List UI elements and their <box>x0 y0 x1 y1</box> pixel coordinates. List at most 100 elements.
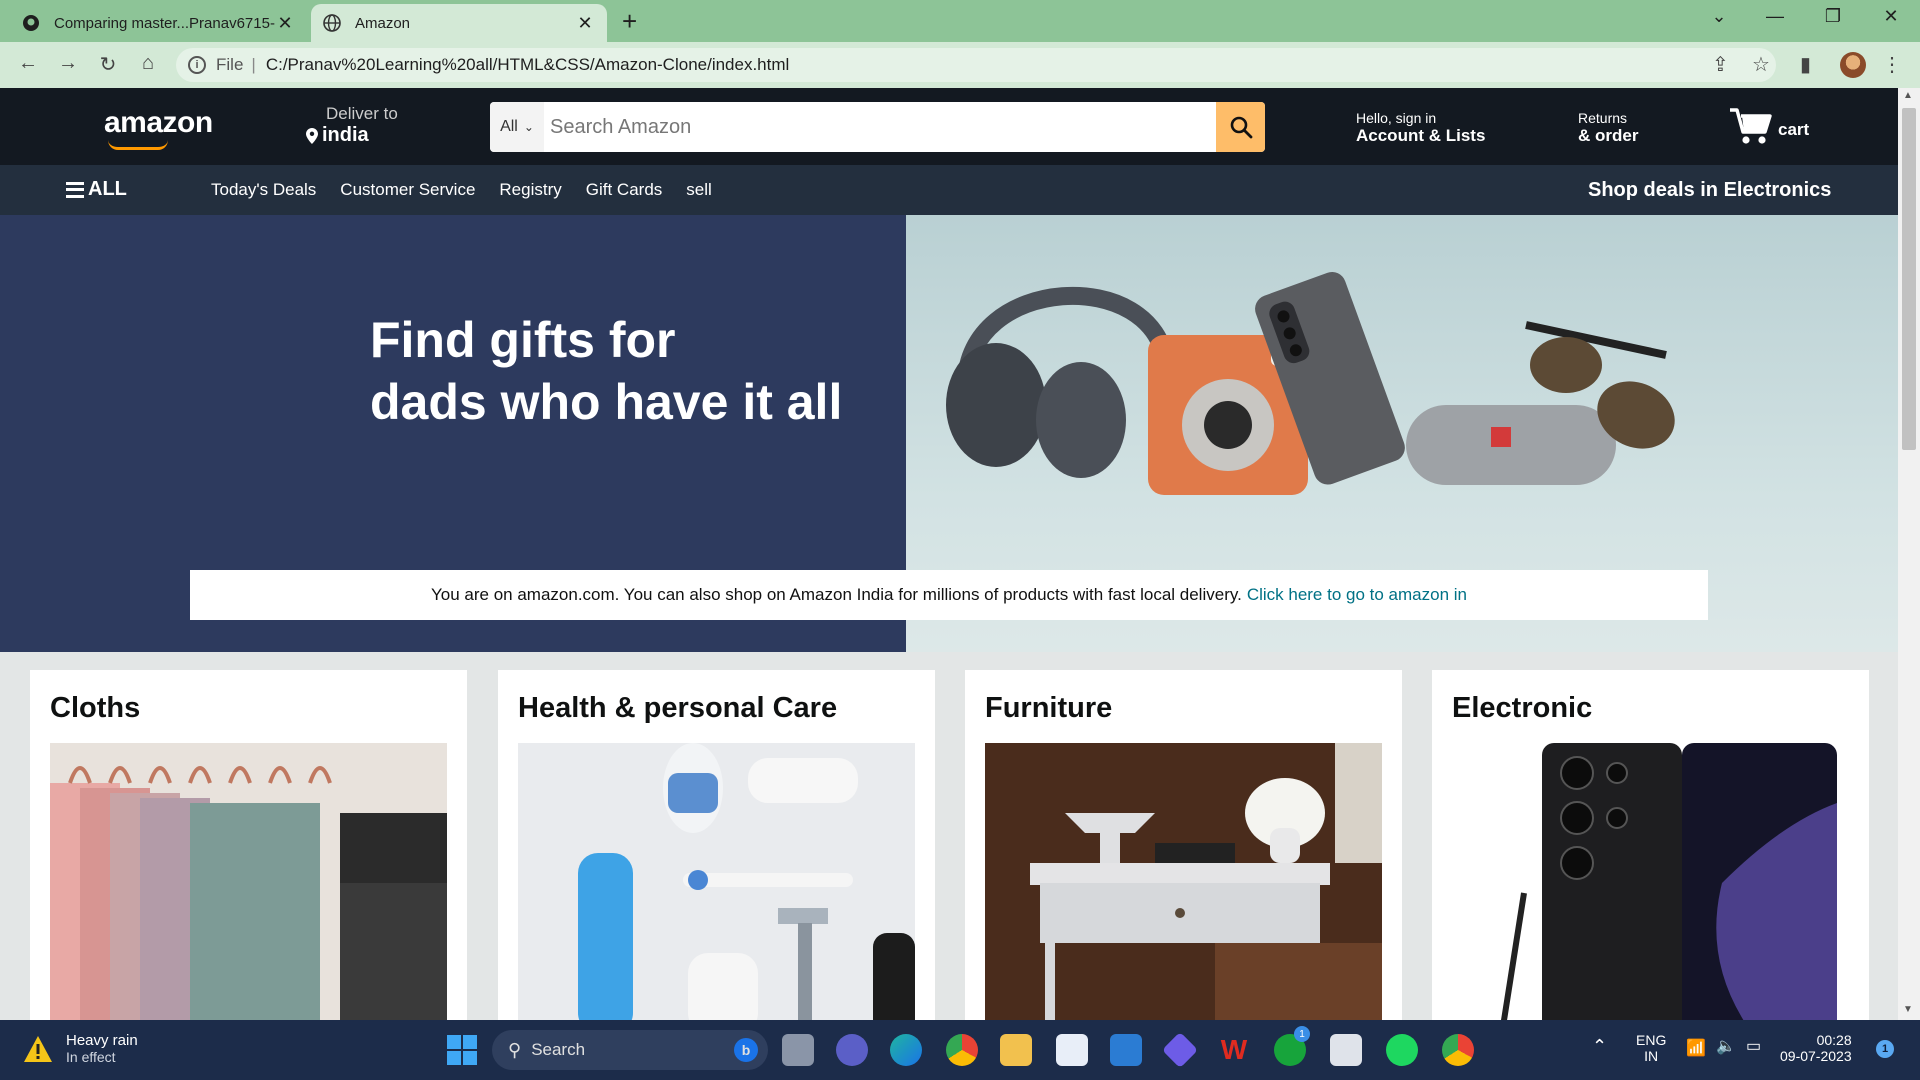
tab-title: Comparing master...Pranav6715- <box>54 14 275 32</box>
windows-taskbar: Heavy rain In effect ⚲ Search b W 1 ⌃ EN… <box>0 1020 1920 1080</box>
github-icon <box>22 14 40 32</box>
edge-icon[interactable] <box>890 1034 922 1066</box>
mail-icon[interactable] <box>1110 1034 1142 1066</box>
nav-link-gift-cards[interactable]: Gift Cards <box>586 180 663 200</box>
returns-orders[interactable]: Returns & order <box>1578 110 1638 146</box>
hero-title: Find gifts for dads who have it all <box>370 309 842 433</box>
nav-link-sell[interactable]: sell <box>686 180 712 200</box>
close-window-icon[interactable]: ✕ <box>1876 6 1906 27</box>
search-category-select[interactable]: All ⌄ <box>490 102 544 152</box>
tab-amazon[interactable]: Amazon ✕ <box>311 4 607 42</box>
snipping-tool-icon[interactable] <box>1330 1034 1362 1066</box>
side-panel-icon[interactable]: ▮ <box>1800 52 1811 77</box>
account-greeting: Hello, sign in <box>1356 110 1437 126</box>
nav-link-todays-deals[interactable]: Today's Deals <box>211 180 316 200</box>
home-icon[interactable]: ⌂ <box>134 52 162 75</box>
clock-date: 09-07-2023 <box>1780 1048 1852 1064</box>
minimize-icon[interactable]: — <box>1760 6 1790 27</box>
search-category-label: All <box>500 118 518 135</box>
battery-icon[interactable]: ▭ <box>1746 1036 1761 1056</box>
url-text[interactable]: C:/Pranav%20Learning%20all/HTML&CSS/Amaz… <box>266 55 789 75</box>
web-page: amazon Deliver to india All ⌄ Hello, sig… <box>0 88 1898 1020</box>
all-menu-button[interactable]: ALL <box>66 178 127 201</box>
profile-avatar[interactable] <box>1840 52 1866 78</box>
furniture-image[interactable] <box>985 743 1382 1020</box>
tab-github[interactable]: Comparing master...Pranav6715- ✕ <box>10 4 307 42</box>
close-tab-icon[interactable]: ✕ <box>275 13 295 34</box>
menu-kebab-icon[interactable]: ⋮ <box>1882 52 1902 77</box>
browser-tab-strip: Comparing master...Pranav6715- ✕ Amazon … <box>0 0 1920 42</box>
volume-icon[interactable]: 🔈 <box>1716 1036 1736 1056</box>
amazon-logo[interactable]: amazon <box>104 106 213 140</box>
nav-link-customer-service[interactable]: Customer Service <box>340 180 475 200</box>
nav-link-registry[interactable]: Registry <box>499 180 561 200</box>
search-bar: All ⌄ <box>490 102 1265 152</box>
forward-icon[interactable]: → <box>54 52 82 75</box>
bookmark-star-icon[interactable]: ☆ <box>1752 52 1770 77</box>
tab-search-chevron-icon[interactable]: ⌄ <box>1704 6 1734 27</box>
electronic-image[interactable] <box>1452 743 1849 1020</box>
taskbar-search-label: Search <box>531 1040 586 1059</box>
hero-banner[interactable]: Find gifts for dads who have it all You … <box>0 215 1898 652</box>
category-card-furniture[interactable]: Furniture <box>965 670 1402 1020</box>
amazon-india-link[interactable]: Click here to go to amazon in <box>1247 585 1467 605</box>
copilot-app-icon[interactable] <box>1161 1031 1199 1069</box>
scroll-up-icon[interactable]: ▲ <box>1903 90 1913 101</box>
shop-deals-promo[interactable]: Shop deals in Electronics <box>1588 179 1831 202</box>
windows-start-icon[interactable] <box>446 1034 478 1066</box>
returns-label: Returns <box>1578 110 1628 126</box>
teams-chat-icon[interactable] <box>836 1034 868 1066</box>
hero-title-line2: dads who have it all <box>370 374 843 430</box>
weather-widget[interactable]: Heavy rain In effect <box>22 1032 138 1065</box>
card-title: Electronic <box>1452 692 1593 724</box>
sub-nav-links: Today's Deals Customer Service Registry … <box>211 180 712 200</box>
all-label: ALL <box>88 178 127 200</box>
taskbar-search[interactable]: ⚲ Search b <box>492 1030 768 1070</box>
browser-toolbar: ← → ↻ ⌂ i File | C:/Pranav%20Learning%20… <box>0 42 1920 88</box>
search-icon <box>1230 116 1252 139</box>
reload-icon[interactable]: ↻ <box>94 52 122 77</box>
scrollbar-thumb[interactable] <box>1902 108 1916 450</box>
account-lists[interactable]: Hello, sign in Account & Lists <box>1356 110 1485 146</box>
share-icon[interactable]: ⇪ <box>1712 52 1729 77</box>
close-tab-icon[interactable]: ✕ <box>575 13 595 34</box>
tray-overflow-chevron-icon[interactable]: ⌃ <box>1592 1036 1607 1057</box>
search-button[interactable] <box>1216 102 1265 152</box>
microsoft-store-icon[interactable] <box>1056 1034 1088 1066</box>
card-title: Health & personal Care <box>518 692 838 724</box>
notification-badge[interactable]: 1 <box>1876 1040 1894 1058</box>
cloths-image[interactable] <box>50 743 447 1020</box>
chrome-profile-icon[interactable] <box>946 1034 978 1066</box>
task-view-icon[interactable] <box>782 1034 814 1066</box>
xbox-icon[interactable]: 1 <box>1274 1026 1310 1066</box>
globe-icon <box>323 14 341 32</box>
address-bar[interactable]: i File | C:/Pranav%20Learning%20all/HTML… <box>176 48 1776 82</box>
deliver-location: india <box>322 124 369 146</box>
scroll-down-icon[interactable]: ▼ <box>1903 1004 1913 1015</box>
page-scrollbar[interactable]: ▲ ▼ <box>1898 88 1920 1020</box>
language-indicator[interactable]: ENG IN <box>1636 1032 1666 1064</box>
region-code: IN <box>1644 1048 1659 1064</box>
card-title: Cloths <box>50 692 141 724</box>
category-card-electronic[interactable]: Electronic <box>1432 670 1869 1020</box>
system-clock[interactable]: 00:28 09-07-2023 <box>1780 1032 1852 1064</box>
deliver-to[interactable]: Deliver to india <box>306 104 398 147</box>
health-image[interactable] <box>518 743 915 1020</box>
chrome-icon[interactable] <box>1442 1034 1474 1066</box>
new-tab-icon[interactable]: + <box>622 6 637 37</box>
cart[interactable]: cart <box>1728 106 1809 146</box>
wifi-icon[interactable]: 📶 <box>1686 1038 1706 1058</box>
category-card-cloths[interactable]: Cloths <box>30 670 467 1020</box>
category-card-health[interactable]: Health & personal Care <box>498 670 935 1020</box>
cart-icon <box>1730 108 1772 144</box>
search-input[interactable] <box>544 102 1216 152</box>
clock-time: 00:28 <box>1816 1032 1852 1048</box>
back-icon[interactable]: ← <box>14 52 42 75</box>
site-info-icon[interactable]: i <box>188 56 206 74</box>
orders-label: & order <box>1578 126 1639 145</box>
spotify-icon[interactable] <box>1386 1034 1418 1066</box>
restore-icon[interactable]: ❐ <box>1818 6 1848 27</box>
weather-subtitle: In effect <box>66 1049 116 1065</box>
file-explorer-icon[interactable] <box>1000 1034 1032 1066</box>
wps-office-icon[interactable]: W <box>1218 1034 1250 1066</box>
